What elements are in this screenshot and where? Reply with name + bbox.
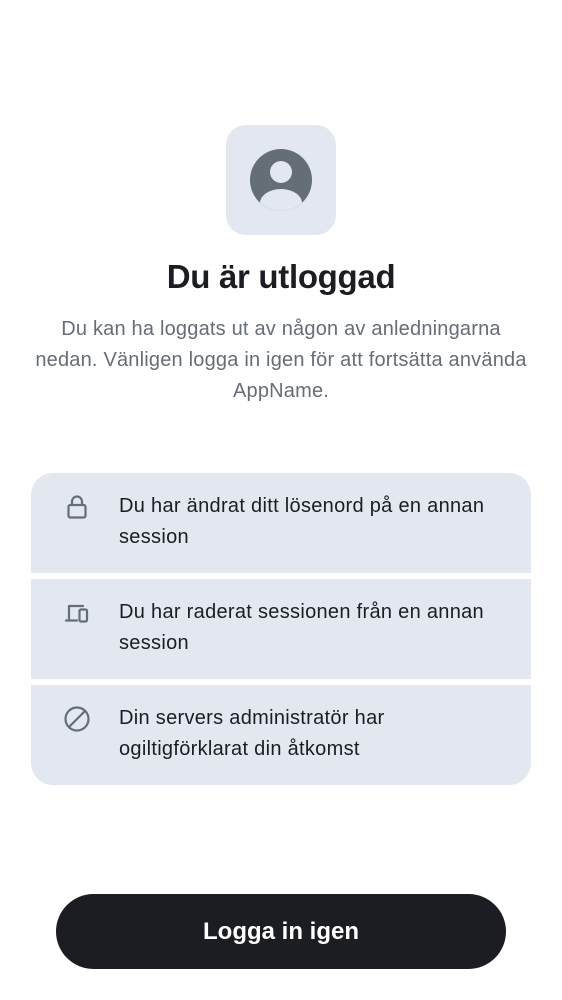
reason-text: Du har ändrat ditt lösenord på en annan … [119,495,485,548]
reason-password-changed: Du har ändrat ditt lösenord på en annan … [31,473,531,573]
page-subtitle: Du kan ha loggats ut av någon av anledni… [35,318,527,402]
devices-icon [63,599,91,627]
avatar-tile [226,125,336,235]
reason-access-revoked: Din servers administratör har ogiltigför… [31,685,531,785]
reason-text: Du har raderat sessionen från en annan s… [119,601,484,654]
page-title: Du är utloggad [166,258,396,295]
reason-text: Din servers administratör har ogiltigför… [119,707,385,760]
lock-icon [63,493,91,521]
reason-session-deleted: Du har raderat sessionen från en annan s… [31,579,531,679]
reasons-list: Du har ändrat ditt lösenord på en annan … [31,473,531,785]
login-again-button[interactable]: Logga in igen [56,894,506,969]
block-icon [63,705,91,733]
user-profile-icon [250,149,312,211]
